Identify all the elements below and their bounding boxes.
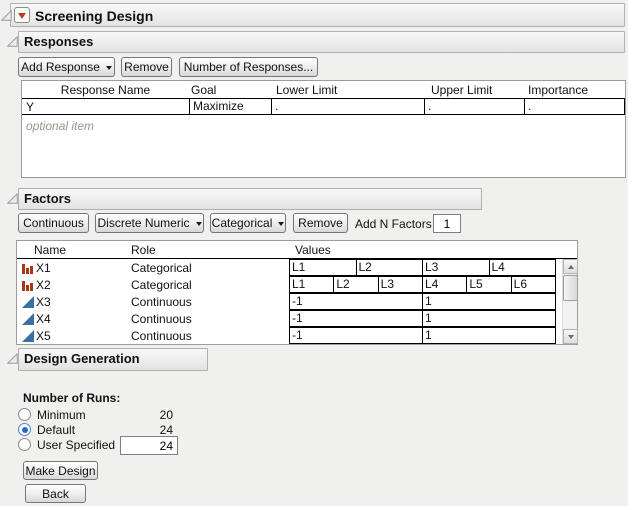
- make-design-button[interactable]: Make Design: [23, 461, 98, 480]
- add-n-factors-input[interactable]: [433, 214, 461, 233]
- number-of-responses-button[interactable]: Number of Responses...: [179, 57, 318, 77]
- radio-default[interactable]: [18, 423, 31, 436]
- responses-header: [18, 31, 625, 53]
- scrollbar-thumb[interactable]: [563, 275, 578, 301]
- number-of-runs-label: Number of Runs:: [23, 391, 120, 405]
- continuous-ramp-icon: [22, 313, 34, 325]
- continuous-button[interactable]: Continuous: [18, 213, 89, 233]
- factors-header: [18, 188, 482, 210]
- disclosure-icon[interactable]: [7, 353, 18, 364]
- factor-name: X4: [36, 312, 51, 326]
- factor-value-cell[interactable]: L1: [289, 276, 334, 293]
- user-specified-runs-input[interactable]: [120, 436, 178, 455]
- continuous-ramp-icon: [22, 330, 34, 342]
- disclosure-icon[interactable]: [7, 193, 18, 204]
- factors-scrollbar[interactable]: [562, 259, 577, 344]
- factor-value-cell[interactable]: 1: [422, 293, 556, 310]
- disclosure-icon[interactable]: [7, 36, 18, 47]
- radio-minimum[interactable]: [18, 408, 31, 421]
- column-header-goal: Goal: [191, 83, 216, 97]
- radio-user-specified[interactable]: [18, 438, 31, 451]
- factor-role: Continuous: [131, 295, 192, 309]
- factors-title: Factors: [24, 191, 71, 206]
- radio-user-specified-label: User Specified: [37, 438, 115, 452]
- column-header-role: Role: [131, 243, 156, 257]
- column-header-lower-limit: Lower Limit: [276, 83, 337, 97]
- scroll-up-icon[interactable]: [563, 259, 578, 274]
- factor-value-cell[interactable]: 1: [422, 310, 556, 327]
- categorical-button[interactable]: Categorical: [210, 213, 286, 233]
- add-response-button[interactable]: Add Response: [18, 57, 115, 77]
- factor-name: X2: [36, 278, 51, 292]
- screening-design-window: Screening Design Responses Add Response …: [0, 0, 628, 506]
- disclosure-icon[interactable]: [1, 10, 12, 21]
- page-title: Screening Design: [35, 8, 153, 24]
- factor-value-cell[interactable]: L2: [356, 259, 424, 276]
- column-header-values: Values: [295, 243, 331, 257]
- response-name-cell[interactable]: Y: [26, 100, 34, 114]
- factor-name: X5: [36, 329, 51, 343]
- factor-name: X1: [36, 261, 51, 275]
- categorical-bars-icon: [22, 262, 34, 274]
- factor-value-cell[interactable]: -1: [289, 310, 423, 327]
- factor-role: Continuous: [131, 329, 192, 343]
- upper-limit-cell[interactable]: .: [424, 98, 525, 115]
- scroll-down-icon[interactable]: [563, 329, 578, 344]
- factor-value-cell[interactable]: L2: [333, 276, 378, 293]
- responses-table: Response Name Goal Lower Limit Upper Lim…: [21, 80, 626, 178]
- discrete-numeric-button[interactable]: Discrete Numeric: [95, 213, 204, 233]
- categorical-bars-icon: [22, 279, 34, 291]
- column-header-name: Name: [34, 243, 66, 257]
- factor-value-cell[interactable]: -1: [289, 293, 423, 310]
- factor-value-cell[interactable]: L4: [422, 276, 467, 293]
- responses-title: Responses: [24, 34, 93, 49]
- importance-cell[interactable]: .: [524, 98, 625, 115]
- factor-value-cell[interactable]: 1: [422, 327, 556, 344]
- factor-role: Categorical: [131, 278, 192, 292]
- red-triangle-menu-button[interactable]: [14, 7, 30, 23]
- column-header-upper-limit: Upper Limit: [431, 83, 492, 97]
- remove-response-button[interactable]: Remove: [121, 57, 172, 77]
- factor-name: X3: [36, 295, 51, 309]
- column-header-importance: Importance: [528, 83, 588, 97]
- add-n-factors-label: Add N Factors: [355, 217, 432, 231]
- factor-value-cell[interactable]: L6: [511, 276, 556, 293]
- factor-role: Continuous: [131, 312, 192, 326]
- factor-value-cell[interactable]: L3: [422, 259, 490, 276]
- radio-default-label: Default: [37, 423, 75, 437]
- dropdown-caret-icon: [196, 222, 202, 229]
- dropdown-caret-icon: [106, 66, 112, 73]
- back-button[interactable]: Back: [25, 484, 86, 503]
- lower-limit-cell[interactable]: .: [271, 98, 425, 115]
- continuous-ramp-icon: [22, 296, 34, 308]
- dropdown-caret-icon: [278, 222, 284, 229]
- factor-value-cell[interactable]: L5: [466, 276, 511, 293]
- factor-value-cell[interactable]: -1: [289, 327, 423, 344]
- factor-role: Categorical: [131, 261, 192, 275]
- menu-triangle-icon: [18, 13, 26, 23]
- remove-factor-button[interactable]: Remove: [293, 213, 348, 233]
- goal-cell[interactable]: Maximize: [189, 98, 272, 115]
- default-runs-value: 24: [130, 423, 173, 437]
- factor-value-cell[interactable]: L1: [289, 259, 357, 276]
- radio-minimum-label: Minimum: [37, 408, 86, 422]
- design-generation-title: Design Generation: [24, 351, 140, 366]
- factors-table: Name Role Values X1 Categorical L1 L2 L3…: [16, 240, 578, 345]
- minimum-runs-value: 20: [130, 408, 173, 422]
- column-header-response-name: Response Name: [22, 83, 189, 97]
- factor-value-cell[interactable]: L4: [489, 259, 557, 276]
- factor-value-cell[interactable]: L3: [378, 276, 423, 293]
- optional-item-placeholder: optional item: [26, 119, 94, 133]
